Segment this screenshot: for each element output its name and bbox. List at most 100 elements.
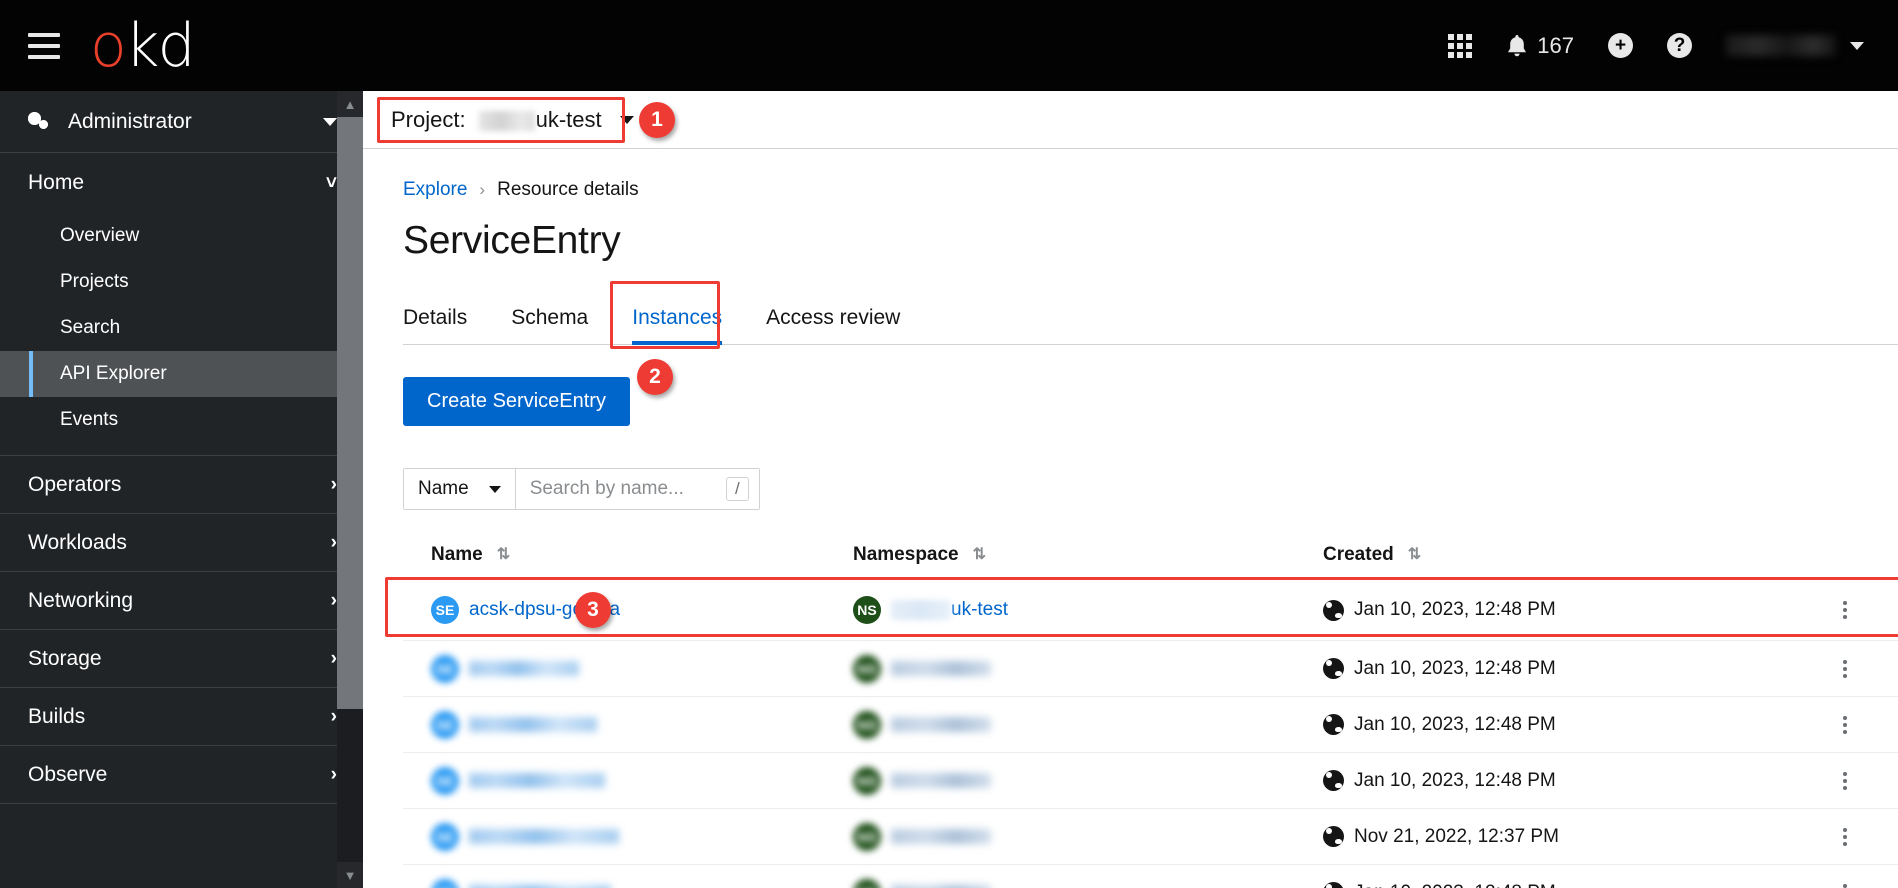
application-launcher-icon[interactable] [1448, 33, 1473, 58]
nav-section-home-label: Home [28, 171, 85, 194]
cell-actions [1843, 883, 1898, 888]
cell-namespace: NS [853, 654, 1323, 683]
user-menu[interactable] [1726, 35, 1864, 56]
sidebar-group-observe[interactable]: Observe › [0, 746, 363, 804]
cell-actions [1843, 827, 1898, 846]
namespace-badge: NS [853, 822, 881, 851]
chevron-down-icon [488, 485, 501, 493]
namespace-redacted[interactable] [891, 717, 991, 732]
table-row[interactable]: SE NS Jan 10, 2023, 12:48 PM [403, 864, 1898, 888]
row-actions-kebab-icon[interactable] [1843, 883, 1898, 888]
sidebar-item-search[interactable]: Search [0, 305, 363, 351]
sidebar-item-events[interactable]: Events [0, 397, 363, 443]
cell-name: SE [403, 766, 853, 795]
instance-name-redacted[interactable] [469, 829, 619, 844]
serviceentry-badge: SE [431, 822, 459, 851]
namespace-redacted[interactable] [891, 661, 991, 676]
tab-access-review[interactable]: Access review [744, 293, 922, 344]
serviceentry-badge: SE [431, 596, 459, 624]
instance-name-redacted[interactable] [469, 773, 605, 788]
globe-icon [1323, 714, 1344, 735]
sidebar-item-overview[interactable]: Overview [0, 213, 363, 259]
created-timestamp: Nov 21, 2022, 12:37 PM [1354, 825, 1559, 847]
scrollbar-thumb[interactable] [337, 117, 363, 709]
sidebar-group-workloads[interactable]: Workloads › [0, 514, 363, 572]
create-serviceentry-button[interactable]: Create ServiceEntry [403, 377, 630, 426]
sidebar-scrollbar[interactable]: ▲ ▼ [337, 91, 363, 888]
okd-logo[interactable]: o kd [90, 10, 196, 81]
table-row[interactable]: SE NS Nov 21, 2022, 12:37 PM [403, 808, 1898, 864]
sidebar-item-label: API Explorer [60, 363, 167, 384]
search-input-wrapper: / [515, 469, 759, 509]
scroll-down-icon[interactable]: ▼ [337, 862, 363, 888]
namespace-redacted [891, 600, 951, 620]
namespace-redacted[interactable] [891, 829, 991, 844]
filter-attribute-select[interactable]: Name [404, 469, 516, 509]
cell-actions [1843, 715, 1898, 734]
logo-kd-letters: kd [124, 10, 196, 81]
help-button[interactable]: ? [1667, 33, 1692, 58]
project-selector[interactable]: Project: uk-test [381, 101, 650, 139]
sidebar-group-storage[interactable]: Storage › [0, 630, 363, 688]
cell-name: SE [403, 878, 853, 888]
scrollbar-track[interactable] [337, 709, 363, 862]
cell-namespace: NS [853, 878, 1323, 888]
search-input[interactable] [529, 478, 726, 500]
bell-icon [1508, 34, 1527, 56]
table-row[interactable]: SE NS Jan 10, 2023, 12:48 PM [403, 640, 1898, 696]
table-row[interactable]: SE NS Jan 10, 2023, 12:48 PM [403, 696, 1898, 752]
hamburger-menu-icon[interactable] [28, 32, 60, 59]
breadcrumb-explore-link[interactable]: Explore [403, 179, 467, 201]
row-actions-kebab-icon[interactable] [1843, 715, 1898, 734]
breadcrumb-current: Resource details [497, 179, 639, 200]
row-actions-kebab-icon[interactable] [1843, 601, 1898, 619]
scroll-up-icon[interactable]: ▲ [337, 91, 363, 117]
cell-name: SE acsk-dpsu-gov-ua [403, 596, 853, 624]
sidebar-group-label: Workloads [28, 530, 127, 554]
masthead: o kd 167 + ? [0, 0, 1898, 91]
sidebar-group-networking[interactable]: Networking › [0, 572, 363, 630]
notifications-button[interactable]: 167 [1506, 33, 1574, 59]
instance-name-redacted[interactable] [469, 661, 579, 676]
table-header-name[interactable]: Name ⇅ [403, 544, 853, 566]
breadcrumb-separator-icon: › [479, 180, 486, 199]
tab-label: Instances [632, 306, 723, 329]
cell-actions [1843, 601, 1898, 619]
namespace-link[interactable]: uk-test [951, 599, 1008, 621]
annotation-badge-1: 1 [639, 102, 675, 138]
row-actions-kebab-icon[interactable] [1843, 771, 1898, 790]
tab-details[interactable]: Details [403, 293, 489, 344]
table-row[interactable]: SE NS Jan 10, 2023, 12:48 PM [403, 752, 1898, 808]
sidebar-group-operators[interactable]: Operators › [0, 456, 363, 514]
sidebar-item-api-explorer[interactable]: API Explorer [0, 351, 363, 397]
serviceentry-badge: SE [431, 766, 459, 795]
sidebar-group-label: Storage [28, 646, 102, 670]
filter-group: Name / [403, 468, 760, 510]
chevron-down-icon [1850, 41, 1864, 50]
table-header-created[interactable]: Created ⇅ [1323, 544, 1843, 566]
sidebar-group-builds[interactable]: Builds › [0, 688, 363, 746]
row-actions-kebab-icon[interactable] [1843, 827, 1898, 846]
tab-instances[interactable]: Instances [610, 293, 744, 345]
table-header-namespace[interactable]: Namespace ⇅ [853, 544, 1323, 566]
table-row[interactable]: SE acsk-dpsu-gov-ua NS uk-test Jan 10, 2… [385, 577, 1898, 640]
nav-section-home-items: Overview Projects Search API Explorer Ev… [0, 213, 363, 455]
tab-schema[interactable]: Schema [489, 293, 610, 344]
question-circle-icon: ? [1667, 33, 1692, 58]
sidebar-group-label: Builds [28, 704, 86, 728]
column-label: Name [431, 544, 483, 565]
main-content: Project: uk-test 1 Explore › Resource de… [363, 91, 1898, 888]
perspective-switcher[interactable]: Administrator [0, 91, 363, 153]
annotation-badge-2: 2 [637, 359, 673, 395]
sort-icon: ⇅ [496, 546, 511, 563]
chevron-down-icon [323, 117, 337, 126]
search-shortcut-hint: / [725, 476, 749, 502]
instances-table: Name ⇅ Namespace ⇅ Created ⇅ SE acsk-dps… [385, 544, 1898, 888]
row-actions-kebab-icon[interactable] [1843, 659, 1898, 678]
created-timestamp: Jan 10, 2023, 12:48 PM [1354, 713, 1556, 735]
namespace-redacted[interactable] [891, 773, 991, 788]
add-button[interactable]: + [1608, 33, 1633, 58]
instance-name-redacted[interactable] [469, 717, 597, 732]
sidebar-item-projects[interactable]: Projects [0, 259, 363, 305]
nav-section-home-toggle[interactable]: Home ˅ [0, 153, 363, 213]
